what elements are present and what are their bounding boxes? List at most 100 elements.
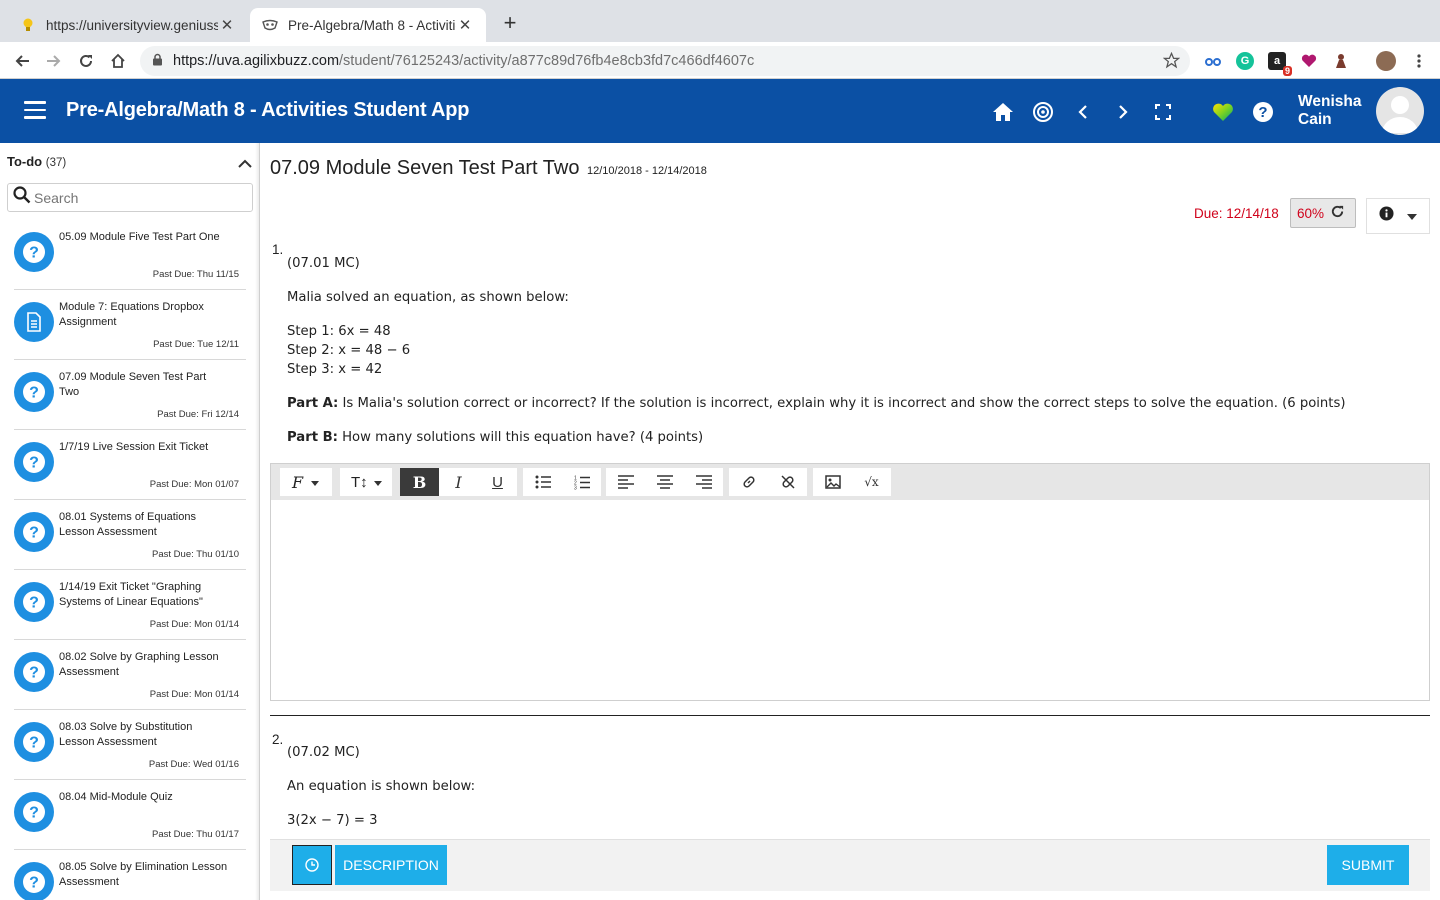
remove-link-button[interactable]: [768, 468, 807, 496]
fullscreen-icon[interactable]: [1150, 99, 1176, 125]
svg-text:?: ?: [29, 385, 39, 402]
bold-icon: B: [412, 472, 427, 492]
timer-button[interactable]: [292, 845, 332, 885]
tab-close-icon[interactable]: ✕: [456, 16, 474, 34]
todo-heading: To-do (37): [7, 154, 66, 169]
insert-math-button[interactable]: √x: [852, 468, 891, 496]
bold-button[interactable]: B: [400, 468, 439, 496]
question-icon: ?: [14, 442, 54, 482]
address-bar: https://uva.agilixbuzz.com/student/76125…: [0, 42, 1440, 79]
bullet-list-button[interactable]: [523, 468, 562, 496]
home-icon[interactable]: [990, 99, 1016, 125]
todo-list-item[interactable]: ? 08.04 Mid-Module Quiz Past Due: Thu 01/1…: [14, 780, 246, 850]
browser-tab-strip: https://universityview.geniussis.com ✕ P…: [0, 0, 1440, 42]
svg-text:?: ?: [29, 595, 39, 612]
todo-item-name: 08.03 Solve by Substitution Lesson Asses…: [59, 721, 193, 748]
image-icon: [824, 475, 841, 489]
help-question-icon[interactable]: ?: [1250, 99, 1276, 125]
question-icon: ?: [14, 722, 54, 762]
editor-toolbar: F T↕ B I U 123 √x: [271, 464, 1429, 500]
todo-list-item[interactable]: ? 08.03 Solve by Substitution Lesson Asse…: [14, 710, 246, 780]
italic-button[interactable]: I: [439, 468, 478, 496]
font-family-dropdown[interactable]: F: [280, 468, 332, 496]
list-group: 123: [523, 468, 601, 496]
info-dropdown[interactable]: [1366, 198, 1430, 234]
binoculars-extension-icon[interactable]: [1204, 52, 1222, 70]
activity-footer: DESCRIPTION SUBMIT: [270, 839, 1430, 891]
new-tab-plus-icon[interactable]: +: [498, 12, 522, 36]
todo-list-item[interactable]: ? 1/7/19 Live Session Exit Ticket Past Due…: [14, 430, 246, 500]
home-icon[interactable]: [105, 48, 131, 74]
align-right-button[interactable]: [684, 468, 723, 496]
align-left-icon: [617, 475, 634, 489]
todo-item-name: 05.09 Module Five Test Part One: [59, 231, 220, 243]
tab-close-icon[interactable]: ✕: [218, 16, 236, 34]
url-field[interactable]: https://uva.agilixbuzz.com/student/76125…: [140, 46, 1190, 76]
profile-avatar-icon[interactable]: [1376, 51, 1396, 71]
previous-chevron-icon[interactable]: [1070, 99, 1096, 125]
description-button[interactable]: DESCRIPTION: [335, 845, 447, 885]
bookmark-star-icon[interactable]: [1162, 51, 1181, 73]
menu-dots-icon[interactable]: [1410, 52, 1428, 70]
collapse-chevron-up-icon[interactable]: [238, 155, 252, 173]
insert-image-button[interactable]: [813, 468, 852, 496]
user-name[interactable]: Wenisha Cain: [1298, 93, 1361, 129]
insert-group: √x: [813, 468, 891, 496]
svg-text:?: ?: [29, 875, 39, 892]
due-date: Due: 12/14/18: [1194, 206, 1279, 221]
numbered-list-button[interactable]: 123: [562, 468, 601, 496]
browser-tab-universityview[interactable]: https://universityview.geniussis.com ✕: [8, 8, 248, 42]
font-family-icon: F: [292, 472, 304, 492]
question-icon: ?: [14, 792, 54, 832]
score-refresh-button[interactable]: 60%: [1290, 198, 1356, 228]
todo-list-item[interactable]: ? 07.09 Module Seven Test Part Two Past Du…: [14, 360, 246, 430]
question-part-a: Part A: Is Malia's solution correct or i…: [287, 394, 1345, 413]
todo-list-item[interactable]: ? 08.01 Systems of Equations Lesson Asses…: [14, 500, 246, 570]
heart-extension-icon[interactable]: [1300, 52, 1318, 70]
todo-search: [7, 183, 253, 212]
info-icon: [1379, 206, 1394, 226]
caret-down-icon: [1406, 207, 1417, 225]
format-group: B I U: [400, 468, 517, 496]
insert-link-button[interactable]: [729, 468, 768, 496]
todo-item-due: Past Due: Wed 01/16: [148, 759, 239, 770]
browser-tab-activities[interactable]: Pre-Algebra/Math 8 - Activities Student …: [250, 8, 486, 42]
grammarly-extension-icon[interactable]: G: [1236, 52, 1254, 70]
user-avatar[interactable]: [1376, 87, 1424, 135]
wellness-heart-icon[interactable]: [1210, 99, 1236, 125]
submit-button[interactable]: SUBMIT: [1327, 845, 1409, 885]
question-equation: 3(2x − 7) = 3: [287, 813, 378, 828]
question-icon: ?: [14, 372, 54, 412]
question-icon: ?: [14, 232, 54, 272]
unlink-icon: [780, 475, 795, 489]
answer-text-area[interactable]: [271, 500, 1429, 700]
svg-text:?: ?: [29, 525, 39, 542]
question-icon: ?: [14, 582, 54, 622]
todo-list-item[interactable]: ? 1/14/19 Exit Ticket "Graphing Systems o…: [14, 570, 246, 640]
todo-list-item[interactable]: Module 7: Equations Dropbox Assignment Pa…: [14, 290, 246, 360]
todo-list-item[interactable]: ? 08.05 Solve by Elimination Lesson Asses…: [14, 850, 246, 900]
tab-title: https://universityview.geniussis.com: [46, 17, 218, 33]
todo-list-item[interactable]: ? 05.09 Module Five Test Part One Past Due…: [14, 220, 246, 290]
todo-list: ? 05.09 Module Five Test Part One Past Due…: [0, 220, 259, 900]
lightbulb-favicon-icon: [20, 17, 36, 33]
next-chevron-icon[interactable]: [1110, 99, 1136, 125]
question-part-b: Part B: How many solutions will this equ…: [287, 428, 703, 447]
forward-arrow-icon[interactable]: [41, 48, 67, 74]
reload-icon[interactable]: [73, 48, 99, 74]
underline-button[interactable]: U: [478, 468, 517, 496]
extension-with-badge-icon[interactable]: a9: [1268, 52, 1292, 76]
person-extension-icon[interactable]: [1332, 52, 1350, 70]
align-center-button[interactable]: [645, 468, 684, 496]
search-input[interactable]: [34, 189, 234, 206]
part-a-text: Is Malia's solution correct or incorrect…: [342, 396, 1346, 411]
app-header: Pre-Algebra/Math 8 - Activities Student …: [0, 79, 1440, 143]
align-center-icon: [656, 475, 673, 489]
todo-list-item[interactable]: ? 08.02 Solve by Graphing Lesson Assessme…: [14, 640, 246, 710]
back-arrow-icon[interactable]: [9, 48, 35, 74]
activity-stream-icon[interactable]: [1030, 99, 1056, 125]
hamburger-menu-icon[interactable]: [24, 101, 46, 119]
align-left-button[interactable]: [606, 468, 645, 496]
font-size-dropdown[interactable]: T↕: [340, 468, 392, 496]
activity-main: 07.09 Module Seven Test Part Two 12/10/2…: [261, 143, 1440, 900]
